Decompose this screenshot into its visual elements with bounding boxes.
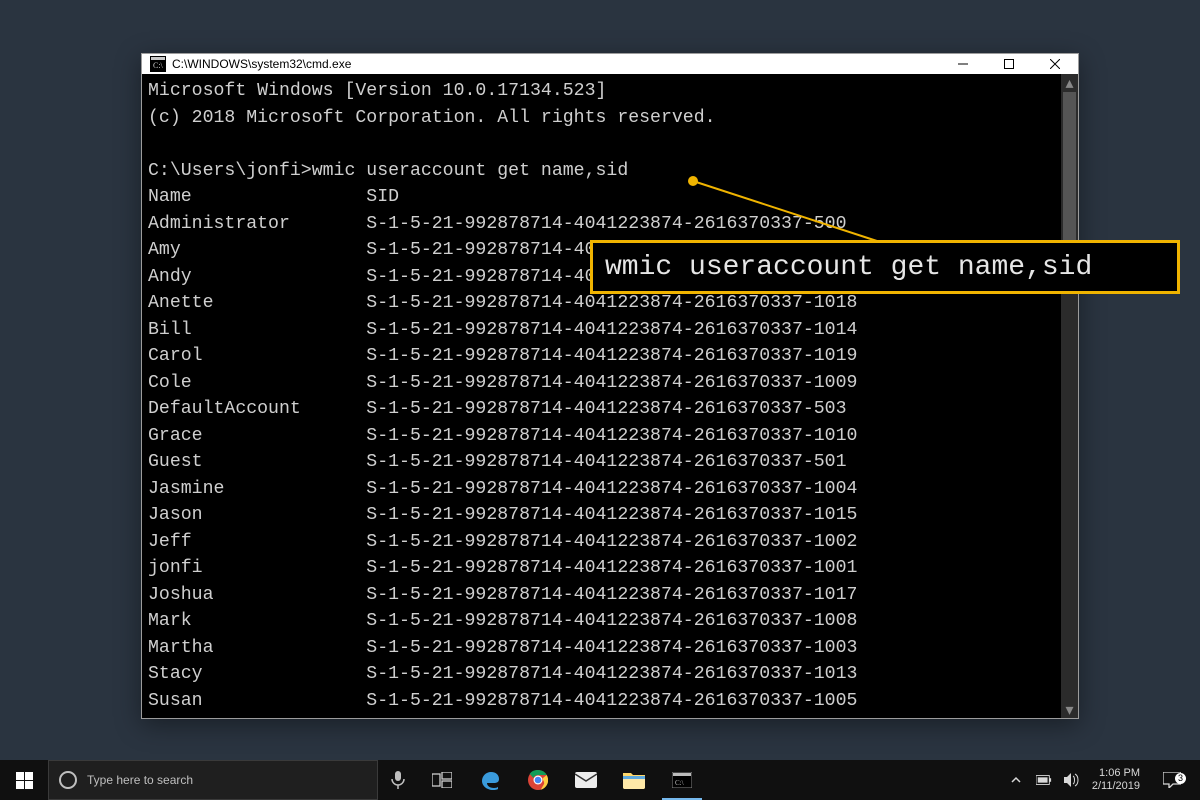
chrome-icon[interactable] — [514, 760, 562, 800]
vertical-scrollbar[interactable]: ▴ ▾ — [1061, 74, 1078, 718]
edge-icon[interactable] — [466, 760, 514, 800]
notification-badge: 3 — [1175, 773, 1186, 784]
start-button[interactable] — [0, 760, 48, 800]
action-center-button[interactable]: 3 — [1152, 772, 1192, 788]
cmd-window: C:\ C:\WINDOWS\system32\cmd.exe Microsof… — [141, 53, 1079, 719]
search-box[interactable]: Type here to search — [48, 760, 378, 800]
window-title: C:\WINDOWS\system32\cmd.exe — [172, 57, 351, 71]
clock-date: 2/11/2019 — [1092, 780, 1140, 793]
mic-button[interactable] — [378, 760, 418, 800]
callout-text: wmic useraccount get name,sid — [605, 252, 1092, 283]
system-tray: 1:06 PM 2/11/2019 3 — [1000, 760, 1200, 800]
close-button[interactable] — [1032, 54, 1078, 74]
scroll-down-arrow[interactable]: ▾ — [1061, 701, 1078, 718]
maximize-button[interactable] — [986, 54, 1032, 74]
scroll-thumb[interactable] — [1063, 92, 1076, 242]
task-view-button[interactable] — [418, 760, 466, 800]
volume-icon[interactable] — [1064, 772, 1080, 788]
taskbar-apps: C:\ — [418, 760, 706, 800]
clock-time: 1:06 PM — [1092, 767, 1140, 780]
search-placeholder: Type here to search — [87, 773, 193, 787]
svg-text:C:\: C:\ — [153, 61, 164, 70]
minimize-button[interactable] — [940, 54, 986, 74]
cortana-icon — [59, 771, 77, 789]
callout-anchor-dot — [688, 176, 698, 186]
taskbar-clock[interactable]: 1:06 PM 2/11/2019 — [1092, 767, 1140, 793]
taskbar: Type here to search C:\ — [0, 760, 1200, 800]
svg-text:C:\: C:\ — [675, 779, 684, 787]
mail-icon[interactable] — [562, 760, 610, 800]
tray-chevron-icon[interactable] — [1008, 772, 1024, 788]
cmd-taskbar-icon[interactable]: C:\ — [658, 760, 706, 800]
battery-icon[interactable] — [1036, 772, 1052, 788]
terminal-output[interactable]: Microsoft Windows [Version 10.0.17134.52… — [142, 74, 1061, 718]
cmd-icon: C:\ — [150, 56, 166, 72]
file-explorer-icon[interactable] — [610, 760, 658, 800]
scroll-up-arrow[interactable]: ▴ — [1061, 74, 1078, 91]
callout-box: wmic useraccount get name,sid — [590, 240, 1180, 294]
titlebar[interactable]: C:\ C:\WINDOWS\system32\cmd.exe — [142, 54, 1078, 74]
